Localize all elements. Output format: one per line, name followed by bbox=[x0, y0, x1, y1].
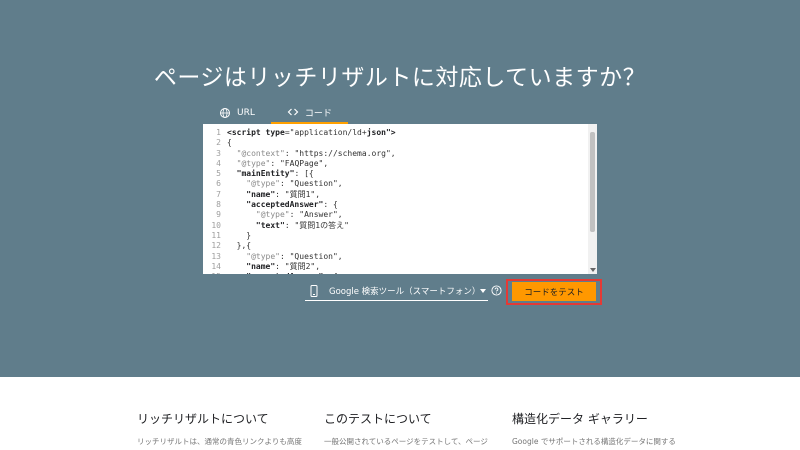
code-text[interactable]: "text": "質問1の答え" bbox=[227, 221, 349, 231]
code-text[interactable]: },{ bbox=[227, 241, 251, 251]
code-text[interactable]: "@type": "Question", bbox=[227, 252, 342, 262]
code-line[interactable]: 4 "@type": "FAQPage", bbox=[203, 159, 396, 169]
info-rich-results: リッチリザルトについて リッチリザルトは、通常の青色リンクよりも高度な機能を持つ… bbox=[137, 410, 307, 450]
editor-scrollbar[interactable] bbox=[588, 124, 597, 274]
line-number: 3 bbox=[216, 148, 221, 158]
code-line[interactable]: 1 <script type="application/ld+json"> bbox=[203, 128, 396, 138]
code-text[interactable]: "@type": "Answer", bbox=[227, 210, 343, 220]
info-gallery: 構造化データ ギャラリー Google でサポートされる構造化データに関する関連… bbox=[512, 410, 682, 450]
code-line[interactable]: 10 "text": "質問1の答え" bbox=[203, 221, 396, 231]
code-text[interactable]: <script type="application/ld+json"> bbox=[227, 128, 396, 138]
info-text: Google でサポートされる構造化データに関する関連ドキュメント bbox=[512, 437, 676, 446]
tab-code[interactable]: コード bbox=[270, 102, 348, 124]
line-number: 14 bbox=[211, 261, 221, 271]
code-line[interactable]: 15 "acceptedAnswer": { bbox=[203, 272, 396, 274]
line-number: 15 bbox=[203, 272, 227, 274]
line-number: 6 bbox=[216, 179, 221, 189]
line-number: 1 bbox=[216, 128, 221, 137]
line-number: 9 bbox=[216, 210, 221, 220]
code-text[interactable]: "acceptedAnswer": { bbox=[227, 272, 338, 274]
code-line[interactable]: 5 "mainEntity": [{ bbox=[203, 169, 396, 179]
device-select-value: Google 検索ツール（スマートフォン） bbox=[329, 286, 481, 297]
line-number: 5 bbox=[216, 169, 221, 179]
hero-section: ページはリッチリザルトに対応していますか？ URL コード 1 <script t… bbox=[0, 0, 800, 377]
code-text[interactable]: "mainEntity": [{ bbox=[227, 169, 314, 179]
info-text: リッチリザルトは、通常の青色リンクよりも高度な機能を持つ、Google サービス bbox=[137, 437, 302, 446]
tab-url-label: URL bbox=[237, 108, 255, 118]
line-number: 11 bbox=[211, 230, 221, 240]
code-editor[interactable]: 1 <script type="application/ld+json"> 2{3 … bbox=[203, 124, 597, 274]
page-title: ページはリッチリザルトに対応していますか？ bbox=[153, 65, 647, 91]
test-code-button[interactable]: コードをテスト bbox=[512, 282, 596, 301]
line-number: 7 bbox=[216, 189, 221, 199]
code-text[interactable]: "name": "質問1", bbox=[227, 190, 320, 200]
code-text[interactable]: "@type": "Question", bbox=[227, 179, 342, 189]
scroll-down-arrow-icon[interactable] bbox=[590, 268, 596, 272]
info-about-test: このテストについて 一般公開されているページをテストして、ページに含まれる構造化… bbox=[324, 410, 494, 450]
code-line[interactable]: 14 "name": "質問2", bbox=[203, 262, 396, 272]
code-line[interactable]: 13 "@type": "Question", bbox=[203, 252, 396, 262]
code-line[interactable]: 6 "@type": "Question", bbox=[203, 179, 396, 189]
code-text[interactable]: "@context": "https://schema.org", bbox=[227, 149, 396, 159]
globe-icon bbox=[220, 108, 230, 118]
chevron-down-icon bbox=[480, 289, 486, 293]
code-line[interactable]: 7 "name": "質問1", bbox=[203, 190, 396, 200]
code-line[interactable]: 3 "@context": "https://schema.org", bbox=[203, 149, 396, 159]
code-text[interactable]: "@type": "FAQPage", bbox=[227, 159, 329, 169]
code-line[interactable]: 11 } bbox=[203, 231, 396, 241]
device-select[interactable]: Google 検索ツール（スマートフォン） bbox=[305, 281, 488, 301]
code-lines[interactable]: 1 <script type="application/ld+json"> 2{3 … bbox=[203, 128, 396, 274]
code-icon bbox=[287, 108, 299, 116]
line-number: 4 bbox=[216, 158, 221, 168]
tab-url[interactable]: URL bbox=[203, 102, 271, 124]
input-mode-tabs: URL コード bbox=[203, 102, 348, 126]
code-text[interactable]: { bbox=[227, 138, 232, 148]
help-icon[interactable] bbox=[491, 285, 502, 296]
code-text[interactable]: "name": "質問2", bbox=[227, 262, 320, 272]
line-number: 12 bbox=[211, 241, 221, 251]
code-line[interactable]: 8 "acceptedAnswer": { bbox=[203, 200, 396, 210]
tab-code-label: コード bbox=[304, 108, 332, 119]
code-line[interactable]: 12 },{ bbox=[203, 241, 396, 251]
info-title[interactable]: 構造化データ ギャラリー bbox=[512, 410, 682, 427]
line-number: 2 bbox=[216, 138, 221, 148]
line-number: 8 bbox=[216, 200, 221, 210]
line-number: 10 bbox=[211, 220, 221, 230]
smartphone-icon bbox=[310, 284, 318, 297]
scrollbar-thumb[interactable] bbox=[590, 132, 595, 232]
line-number: 13 bbox=[211, 251, 221, 261]
code-text[interactable]: } bbox=[227, 231, 251, 241]
info-text: 一般公開されているページをテストして、ページに含まれる構造化データで生成され bbox=[324, 437, 488, 446]
code-line[interactable]: 2{ bbox=[203, 138, 396, 148]
info-title[interactable]: リッチリザルトについて bbox=[137, 410, 307, 427]
code-text[interactable]: "acceptedAnswer": { bbox=[227, 200, 338, 210]
info-title[interactable]: このテストについて bbox=[324, 410, 494, 427]
code-line[interactable]: 9 "@type": "Answer", bbox=[203, 210, 396, 220]
